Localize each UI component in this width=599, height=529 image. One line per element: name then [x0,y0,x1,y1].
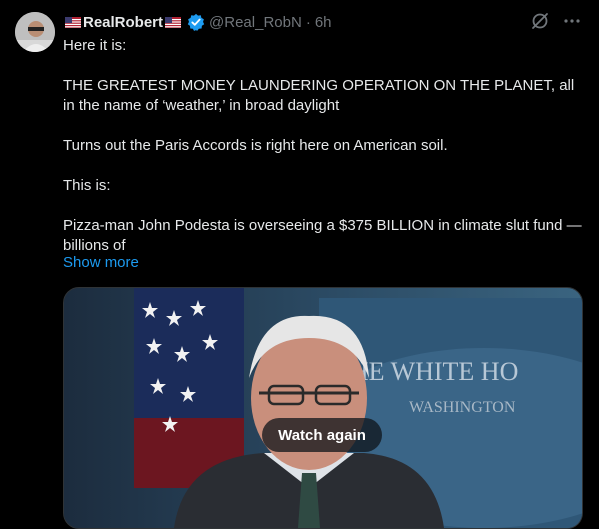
handle[interactable]: @Real_RobN [209,14,302,31]
tweet-paragraph: This is: [63,177,111,194]
display-name[interactable]: RealRobert [83,14,163,31]
tweet-text: Here it is: THE GREATEST MONEY LAUNDERIN… [63,36,583,256]
timestamp[interactable]: 6h [315,14,332,31]
us-flag-icon [165,16,182,28]
tweet-paragraph: Pizza-man John Podesta is overseeing a $… [63,217,582,254]
verified-badge-icon [187,13,205,31]
video-frame: THE WHITE HO WASHINGTON [64,288,582,528]
us-flag-icon [65,16,81,28]
avatar-image [15,12,55,52]
more-options-icon[interactable] [563,12,581,30]
watch-again-button[interactable]: Watch again [262,418,382,452]
avatar[interactable] [15,12,55,52]
tweet-header: RealRobert @Real_RobN · 6h [63,12,332,32]
grok-icon[interactable] [531,12,549,30]
tweet-paragraph: THE GREATEST MONEY LAUNDERING OPERATION … [63,77,575,114]
show-more-link[interactable]: Show more [63,254,139,271]
tweet-paragraph: Here it is: [63,37,127,54]
video-player[interactable]: THE WHITE HO WASHINGTON [63,287,583,529]
tweet-actions [531,12,581,30]
tweet-paragraph: Turns out the Paris Accords is right her… [63,137,448,154]
sign-text-line2: WASHINGTON [409,399,516,416]
separator-dot: · [305,13,311,31]
